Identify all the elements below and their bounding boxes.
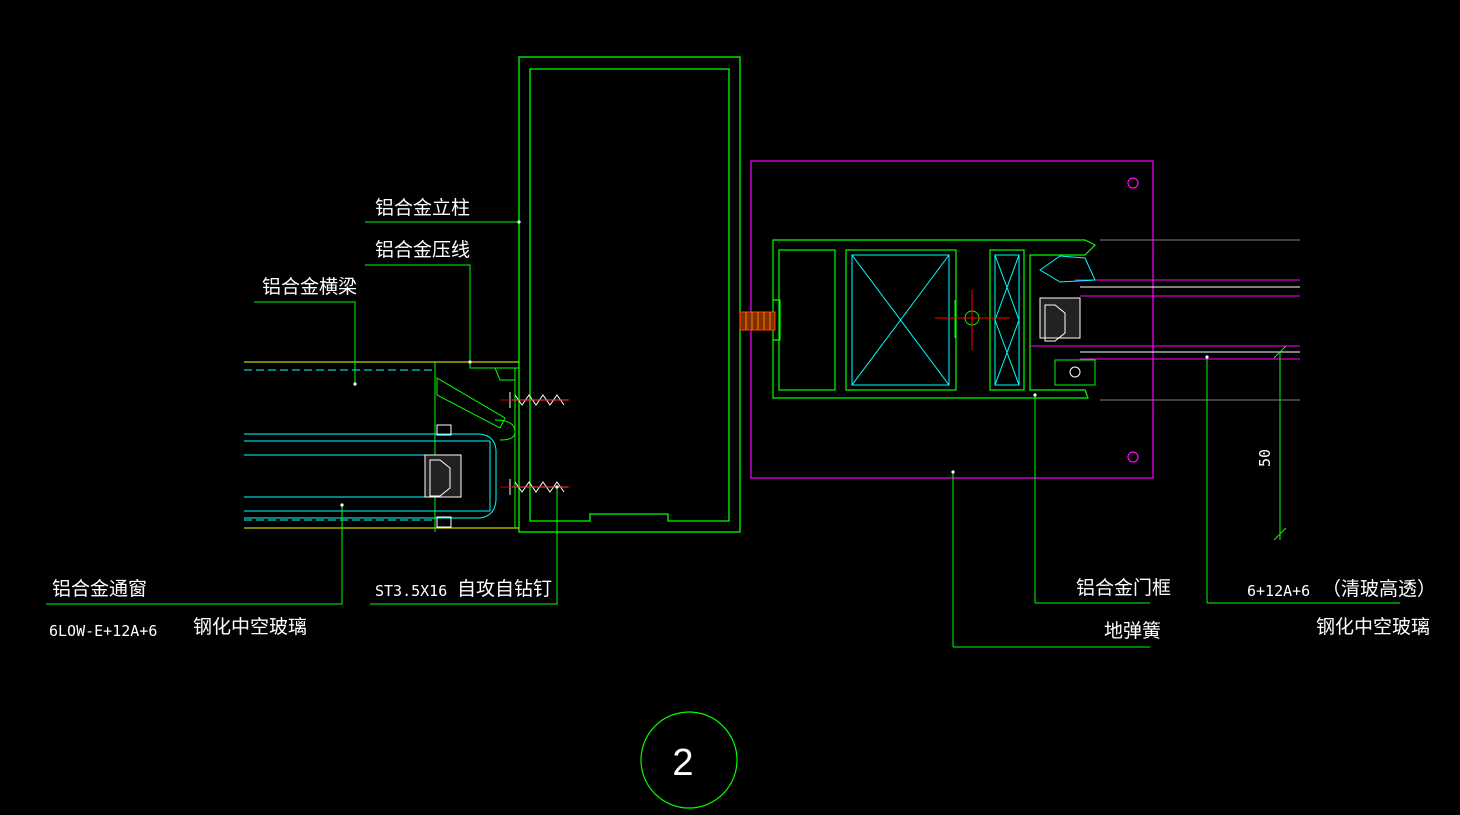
dimension-50 bbox=[1273, 345, 1287, 541]
floor-spring-plate bbox=[750, 160, 1154, 479]
label-glass-spec-left: 6LOW-E+12A+6 bbox=[49, 622, 157, 640]
left-window-section bbox=[244, 361, 519, 532]
label-pressure-strip: 铝合金压线 bbox=[375, 239, 470, 261]
label-door-frame: 铝合金门框 bbox=[1076, 577, 1171, 599]
label-screw-name: 自攻自钻钉 bbox=[457, 578, 552, 600]
label-vent-window: 铝合金通窗 bbox=[52, 578, 147, 600]
label-tempered-glass-left: 钢化中空玻璃 bbox=[193, 616, 307, 638]
label-glass-spec-right: 6+12A+6 bbox=[1247, 582, 1310, 600]
self-drilling-screw-lower bbox=[500, 479, 570, 495]
label-mullion: 铝合金立柱 bbox=[375, 197, 470, 219]
label-floor-spring: 地弹簧 bbox=[1104, 620, 1161, 642]
label-screw-spec: ST3.5X16 bbox=[375, 582, 447, 600]
aluminum-mullion bbox=[518, 56, 741, 533]
label-tempered-glass-right: 钢化中空玻璃 bbox=[1316, 616, 1430, 638]
label-transom: 铝合金横梁 bbox=[262, 276, 357, 298]
cad-detail-drawing: 50 铝合金立柱 铝合金压线 铝合金横梁 铝合金通窗 6LOW-E+12A+6 … bbox=[46, 56, 1436, 809]
self-drilling-screw-upper bbox=[500, 392, 570, 408]
door-hinge-pin bbox=[935, 290, 1010, 350]
label-glass-note-right: （清玻高透） bbox=[1322, 578, 1436, 600]
leader-dots bbox=[340, 220, 1209, 507]
dimension-text: 50 bbox=[1256, 449, 1274, 467]
detail-number: 2 bbox=[672, 742, 693, 784]
door-frame-inner bbox=[851, 254, 1020, 386]
right-glazing bbox=[1030, 239, 1300, 401]
connector-block bbox=[739, 311, 776, 331]
detail-number-bubble: 2 bbox=[640, 711, 738, 809]
